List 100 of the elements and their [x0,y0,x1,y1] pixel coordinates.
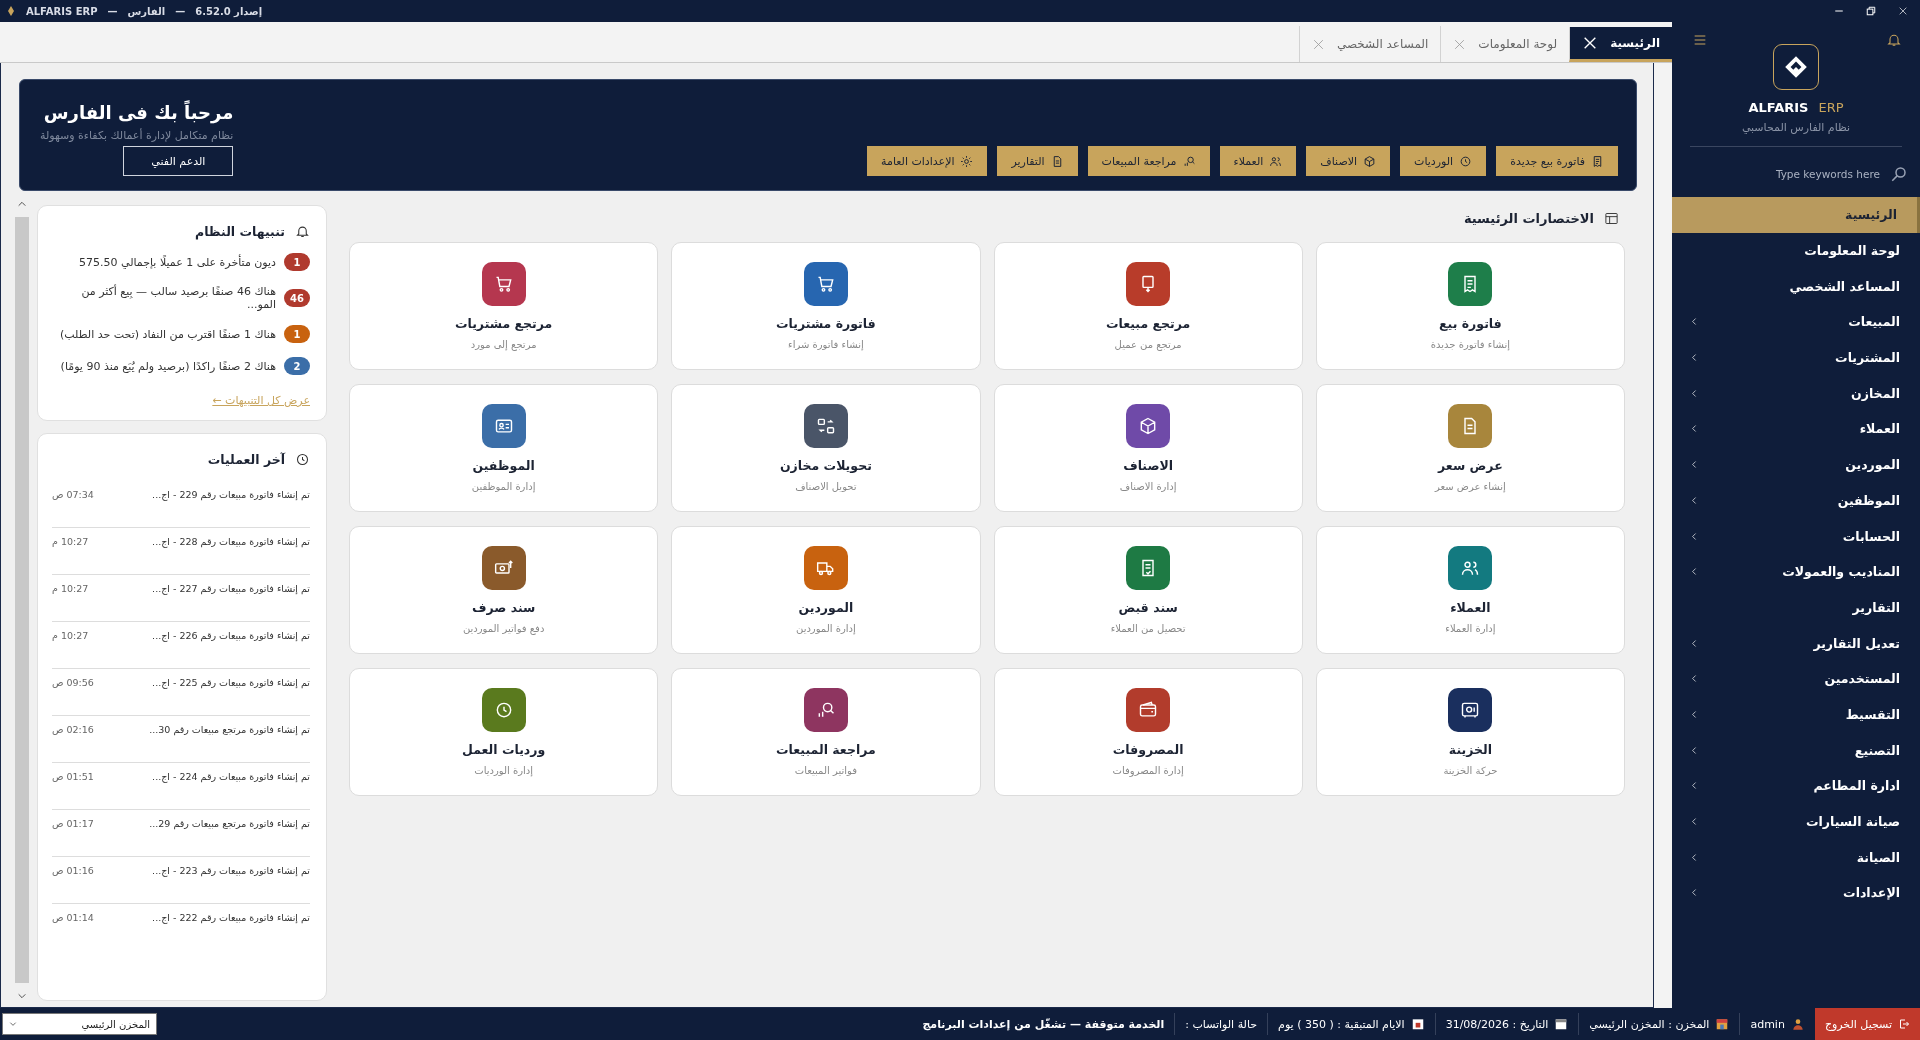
scrollbar-track[interactable] [15,217,29,983]
card-subtitle: فواتير المبيعات [794,765,857,776]
shortcut-card[interactable]: فاتورة مشتريات إنشاء فاتورة شراء [671,242,981,370]
card-subtitle: إدارة الورديات [474,765,533,776]
panel-title: تنبيهات النظام [195,224,285,239]
store-icon [1715,1017,1730,1031]
sidebar-item[interactable]: الإعدادات [1672,875,1920,911]
logout-icon [1898,1018,1910,1030]
sidebar-item[interactable]: المناديب والعمولات [1672,553,1920,590]
search-icon[interactable] [1890,165,1908,183]
card-title: سند صرف [471,600,536,615]
scroll-up-icon[interactable] [17,199,27,209]
sidebar-item[interactable]: تعديل التقارير [1672,625,1920,661]
quick-action-button[interactable]: فاتورة بيع جديدة [1496,146,1618,176]
card-subtitle: تحصيل من العملاء [1110,623,1186,634]
logout-button[interactable]: تسجيل الخروج [1814,1008,1920,1040]
shortcut-card[interactable]: الموظفين إدارة الموظفين [349,384,659,512]
card-title: الاصناف [1123,458,1174,473]
activity-text: تم إنشاء فاتورة مبيعات رقم 224 - اج... [152,771,310,782]
caret-icon [9,1020,17,1028]
alert-text: ديون متأخرة على 1 عميلًا بإجمالي 575.50 [78,255,276,269]
shortcut-card[interactable]: تحويلات مخازن تحويل الاصناف [671,384,981,512]
sidebar-item[interactable]: التقارير [1672,589,1920,626]
title-separator: — [107,5,118,17]
card-subtitle: إنشاء فاتورة جديدة [1430,339,1510,350]
activity-time: 01:14 ص [52,912,94,923]
sidebar-item[interactable]: المبيعات [1672,304,1920,340]
sidebar-item[interactable]: العملاء [1672,411,1920,447]
alert-text: هناك 46 صنفًا برصيد سالب — بِيع أكثر من المو... [80,285,276,311]
tab[interactable]: المساعد الشخصي [1298,26,1441,62]
shortcut-card[interactable]: سند صرف دفع فواتير الموردين [349,526,659,654]
card-title: العملاء [1450,600,1491,615]
scroll-down-icon[interactable] [17,991,27,1001]
shortcut-card[interactable]: الموردين إدارة الموردين [671,526,981,654]
alert-count-badge: 2 [284,357,310,375]
user-name: admin [1750,1017,1785,1031]
tab[interactable]: لوحة المعلومات [1440,26,1570,62]
receipt-icon [1591,154,1604,168]
activity-time: 10:27 م [52,583,89,594]
alert-count-badge: 46 [284,289,310,307]
restore-icon[interactable] [1866,6,1876,16]
quick-action-button[interactable]: التقارير [997,146,1078,176]
tab[interactable]: الرئيسية [1569,27,1672,62]
sidebar-item[interactable]: لوحة المعلومات [1672,232,1920,269]
shortcut-card[interactable]: سند قبض تحصيل من العملاء [993,526,1303,654]
whatsapp-status: الخدمة متوقفة — تشغّل من إعدادات البرنامج [921,1017,1166,1031]
sidebar-item[interactable]: المشتريات [1672,339,1920,376]
bell-icon [295,224,310,239]
sidebar-item[interactable]: المساعد الشخصي [1672,268,1920,305]
sidebar-item[interactable]: صيانة السيارات [1672,803,1920,840]
card-subtitle: مرتجع من عميل [1114,339,1182,350]
quick-action-button[interactable]: الإعدادات العامة [867,146,988,176]
users-icon [1269,154,1283,168]
alert-text: هناك 1 صنفًا اقترب من النفاد (تحت حد الطلب) [60,327,276,341]
sidebar-item[interactable]: الرئيسية [1672,197,1920,233]
title-separator: — [175,5,186,17]
sidebar-item[interactable]: الحسابات [1672,518,1920,554]
shortcut-card[interactable]: مرتجع مشتريات مرتجع إلى مورد [349,242,659,370]
activity-text: تم إنشاء فاتورة مبيعات رقم 228 - اج... [152,536,310,547]
shortcut-card[interactable]: عرض سعر إنشاء عرض سعر [1315,384,1625,512]
calendar-icon [1554,1017,1569,1031]
shortcut-card[interactable]: ورديات العمل إدارة الورديات [349,668,659,796]
notification-bell-icon[interactable] [1886,32,1902,48]
sidebar-item[interactable]: الصيانة [1672,839,1920,876]
activity-time: 01:16 ص [52,865,94,876]
quick-action-button[interactable]: الورديات [1400,146,1487,176]
shortcut-card[interactable]: المصروفات إدارة المصروفات [993,668,1303,796]
table-icon [1604,211,1619,226]
sidebar-item[interactable]: الموردين [1672,446,1920,483]
card-title: الخزينة [1448,742,1492,757]
activity-time: 01:17 ص [52,818,94,829]
quick-action-button[interactable]: مراجعة المبيعات [1087,146,1210,176]
shortcut-card[interactable]: الاصناف إدارة الاصناف [993,384,1303,512]
sidebar-item[interactable]: ادارة المطاعم [1672,768,1920,804]
shortcut-card[interactable]: مرتجع مبيعات مرتجع من عميل [993,242,1303,370]
shortcut-card[interactable]: الخزينة حركة الخزينة [1315,668,1625,796]
store-dropdown[interactable]: المخزن الرئيسي [2,1013,157,1035]
menu-icon[interactable] [1692,32,1708,48]
date-info: التاريخ : 31/08/2026 [1445,1017,1549,1031]
sidebar-item[interactable]: التقسيط [1672,696,1920,733]
close-icon[interactable] [1898,6,1908,16]
shortcut-card[interactable]: مراجعة المبيعات فواتير المبيعات [671,668,981,796]
brand-suffix: ERP [1818,100,1844,115]
search-field[interactable]: Type keywords here [1690,167,1882,181]
quick-action-button[interactable]: الاصناف [1306,146,1391,176]
section-title: الاختصارات الرئيسية [1463,211,1594,226]
card-subtitle: تحويل الاصناف [795,481,857,492]
sidebar-item[interactable]: المستخدمين [1672,660,1920,697]
shortcut-card[interactable]: العملاء إدارة العملاء [1315,526,1625,654]
sidebar-item[interactable]: التصنيع [1672,732,1920,768]
sidebar-item[interactable]: المخازن [1672,375,1920,412]
activity-text: تم إنشاء فاتورة مبيعات رقم 222 - اج... [152,912,310,923]
sidebar-item[interactable]: الموظفين [1672,482,1920,519]
card-title: مراجعة المبيعات [776,742,876,757]
whatsapp-label: حالة الواتساب : [1185,1017,1258,1031]
magnifier-icon [1182,154,1196,168]
quick-action-button[interactable]: العملاء [1219,146,1297,176]
support-button[interactable]: الدعم الفني [123,146,234,176]
user-icon [1790,1017,1805,1031]
shortcut-card[interactable]: فاتورة بيع إنشاء فاتورة جديدة [1315,242,1625,370]
